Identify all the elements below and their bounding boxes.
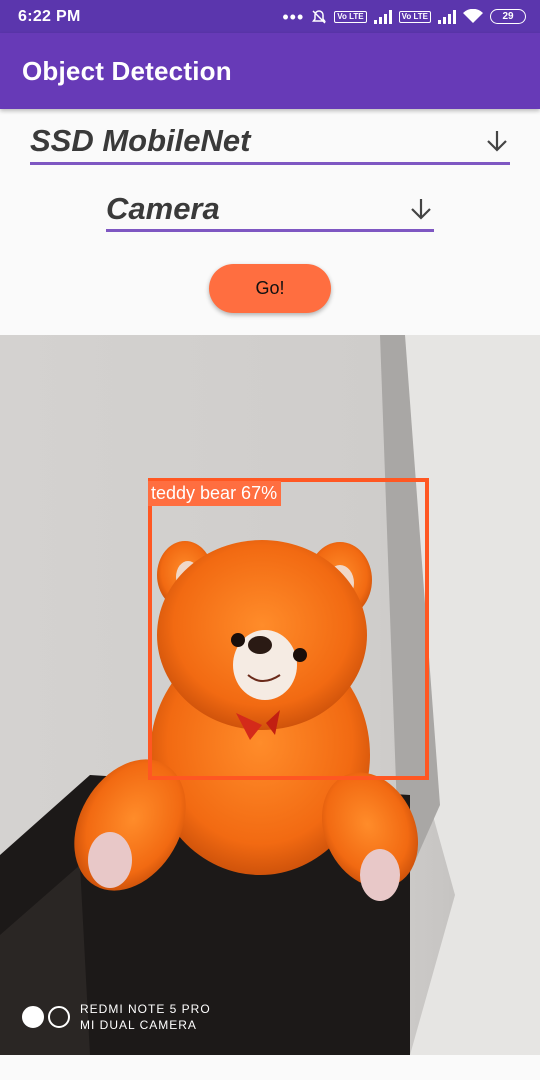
detection-bounding-box [148,478,429,780]
go-button[interactable]: Go! [209,264,331,313]
dual-camera-logo [22,1006,70,1028]
arrow-down-icon [408,196,434,222]
signal-icon-2 [438,9,456,24]
volte-icon: Vo LTE [334,10,367,23]
signal-icon [373,9,392,24]
app-title: Object Detection [22,55,232,86]
bottom-strip [0,1055,540,1080]
camera-dot-filled-icon [22,1006,44,1028]
alarm-off-icon [311,9,327,25]
status-bar: 6:22 PM ••• Vo LTE Vo LTE 29 [0,0,540,33]
app-bar: Object Detection [0,33,540,109]
wifi-icon [463,9,483,24]
watermark-line1: REDMI NOTE 5 PRO [80,1002,211,1016]
status-icons: ••• Vo LTE Vo LTE 29 [282,8,526,26]
detection-label: teddy bear 67% [148,481,282,506]
camera-dot-outline-icon [48,1006,70,1028]
model-spinner[interactable]: SSD MobileNet [30,120,510,165]
source-spinner[interactable]: Camera [106,188,434,232]
camera-watermark: REDMI NOTE 5 PRO MI DUAL CAMERA [22,1001,211,1033]
volte-icon-2: Vo LTE [398,10,431,23]
model-spinner-label: SSD MobileNet [30,123,251,158]
status-time: 6:22 PM [18,7,81,25]
more-notifications-icon: ••• [282,6,305,27]
watermark-line2: MI DUAL CAMERA [80,1018,197,1032]
source-spinner-label: Camera [106,190,220,226]
camera-photo: teddy bear 67% REDMI NOTE 5 PRO MI DUAL … [0,335,540,1055]
arrow-down-icon [484,128,510,154]
battery-icon: 29 [490,9,526,24]
